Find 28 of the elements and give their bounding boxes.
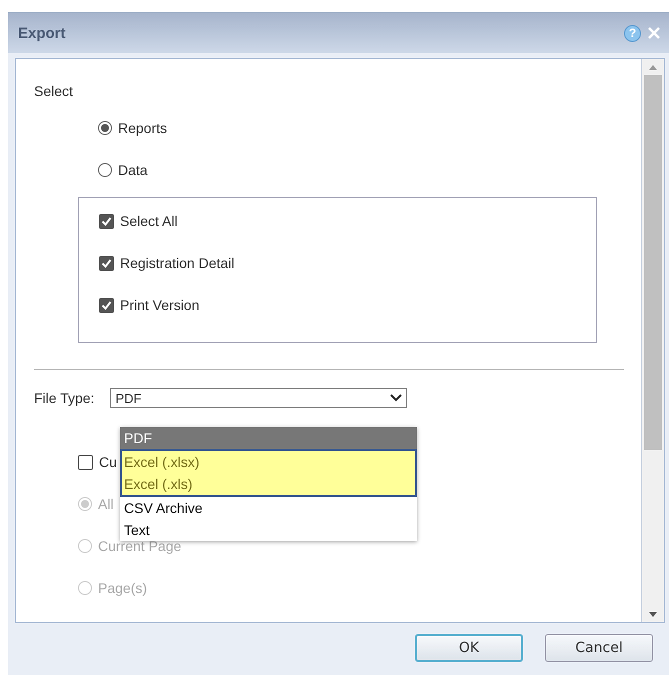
radio-label: Reports: [118, 120, 168, 136]
file-type-select[interactable]: PDF: [110, 388, 408, 408]
radio-label: Current Page: [98, 538, 182, 554]
scrollbar[interactable]: [641, 59, 664, 622]
section-label: Select: [34, 83, 74, 99]
field-label: File Type:: [34, 390, 94, 406]
checkbox[interactable]: [99, 298, 114, 312]
dialog-title: Export: [18, 24, 67, 42]
checkbox-label: Select All: [120, 213, 178, 229]
dropdown-option[interactable]: Text: [120, 519, 417, 541]
checkbox-label: Print Version: [120, 297, 200, 313]
radio-label: Page(s): [98, 580, 148, 596]
dropdown-option[interactable]: Excel (.xlsx): [120, 451, 417, 473]
checkbox-label: Registration Detail: [120, 255, 234, 271]
checkbox[interactable]: [99, 256, 114, 270]
dropdown-option[interactable]: PDF: [120, 427, 417, 449]
checkbox[interactable]: [78, 454, 93, 470]
checkbox-label: Cu: [99, 454, 117, 470]
ok-button[interactable]: OK: [415, 634, 523, 662]
radio-label: Data: [118, 162, 148, 178]
radio-button[interactable]: [98, 121, 112, 135]
radio-button[interactable]: [98, 163, 112, 177]
dropdown-option[interactable]: Excel (.xls): [120, 473, 417, 495]
chevron-down-icon: [390, 394, 402, 402]
checkbox[interactable]: [99, 214, 114, 228]
dropdown-option[interactable]: CSV Archive: [120, 497, 417, 519]
radio-label: All: [98, 496, 114, 512]
cancel-button[interactable]: Cancel: [545, 634, 653, 662]
